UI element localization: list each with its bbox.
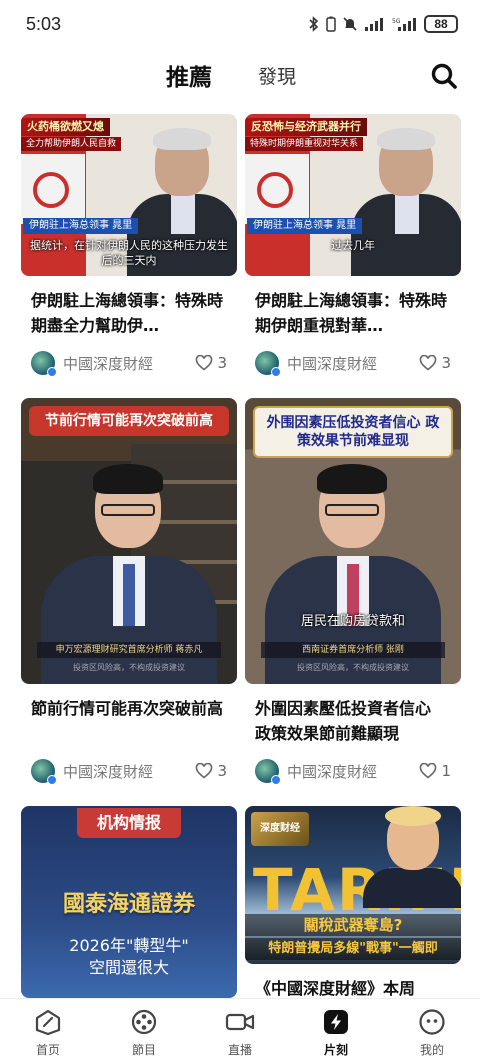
bell-muted-icon (342, 16, 358, 32)
nav-label: 首页 (35, 1043, 60, 1057)
like-count: 1 (441, 762, 451, 780)
nav-label: 節目 (131, 1043, 156, 1057)
nav-label: 直播 (227, 1043, 252, 1057)
home-icon (33, 1007, 63, 1037)
thumbnail-subtitle: 过去几年 (331, 239, 375, 252)
like-button[interactable]: 3 (419, 354, 451, 372)
thumbnail-disclaimer: 投资区风险高，不构成投资建议 (297, 663, 409, 672)
thumbnail-caption: 居民在购房贷款和 (300, 614, 405, 629)
video-title[interactable]: 節前行情可能再次突破前高 (21, 696, 237, 746)
thumbnail-banner-sub: 特殊时期伊朗重视对华关系 (245, 137, 364, 151)
tab-discover[interactable]: 發現 (258, 62, 296, 89)
video-card[interactable]: 外围因素压低投资者信心 政策效果节前难显现 居民在购房贷款和 西南证券首席分析师… (245, 398, 461, 785)
video-thumbnail[interactable]: 火药桶欲燃又熄 全力帮助伊朗人民自救 伊朗驻上海总领事 晁里 据统计，在针对伊朗… (21, 114, 237, 276)
thumbnail-headline: 2026年"轉型牛" (69, 936, 189, 955)
bottom-nav: 首页 節目 直播 片刻 我的 (0, 998, 480, 1061)
signal-5g-icon: 5G (392, 16, 418, 32)
thumbnail-headline: 關稅武器奪島? (245, 914, 461, 936)
bluetooth-icon (308, 16, 320, 32)
video-meta: 中國深度財經 1 (245, 758, 461, 785)
video-thumbnail[interactable]: 节前行情可能再次突破前高 申万宏源理财研究首席分析师 蒋赤凡 投资区风险高，不构… (21, 398, 237, 684)
status-time: 5:03 (26, 13, 62, 34)
video-meta: 中國深度財經 3 (245, 350, 461, 377)
thumbnail-name-bar: 申万宏源理财研究首席分析师 蒋赤凡 (37, 642, 221, 658)
battery-indicator: 88 (424, 15, 458, 33)
video-card[interactable]: 机构情报 國泰海通證券 2026年"轉型牛" 空間還很大 (21, 806, 237, 998)
profile-icon (417, 1007, 447, 1037)
channel-name[interactable]: 中國深度財經 (287, 761, 419, 782)
like-button[interactable]: 3 (195, 762, 227, 780)
like-count: 3 (441, 354, 451, 372)
tab-recommended[interactable]: 推薦 (166, 58, 212, 92)
thumbnail-banner-sub: 全力帮助伊朗人民自救 (21, 137, 122, 151)
video-card[interactable]: TARIFF 深度财经 關稅武器奪島? 特朗普攪局多線"戰事"一觸即 《中國深度… (245, 806, 461, 1002)
like-count: 3 (217, 354, 227, 372)
channel-avatar[interactable] (31, 759, 57, 785)
heart-icon (196, 355, 213, 371)
video-meta: 中國深度財經 3 (21, 758, 237, 785)
thumbnail-lower-third: 伊朗驻上海总领事 晁里 (23, 218, 139, 234)
like-button[interactable]: 3 (195, 354, 227, 372)
heart-icon (420, 763, 437, 779)
channel-name[interactable]: 中國深度財經 (63, 353, 195, 374)
thumbnail-subheadline: 空間還很大 (88, 958, 169, 977)
show-logo: 深度财经 (251, 812, 309, 846)
svg-text:5G: 5G (392, 18, 401, 25)
video-title[interactable]: 伊朗駐上海總領事：特殊時期盡全力幫助伊… (21, 288, 237, 338)
video-thumbnail[interactable]: 外围因素压低投资者信心 政策效果节前难显现 居民在购房贷款和 西南证券首席分析师… (245, 398, 461, 684)
nav-moments[interactable]: 片刻 (288, 999, 384, 1061)
top-tab-bar: 推薦 發現 (0, 52, 480, 98)
thumbnail-banner: 节前行情可能再次突破前高 (29, 406, 229, 436)
thumbnail-banner: 火药桶欲燃又熄 (21, 118, 110, 136)
verified-icon (47, 775, 57, 785)
like-button[interactable]: 1 (419, 762, 451, 780)
video-thumbnail[interactable]: TARIFF 深度财经 關稅武器奪島? 特朗普攪局多線"戰事"一觸即 (245, 806, 461, 964)
video-card[interactable]: 节前行情可能再次突破前高 申万宏源理财研究首席分析师 蒋赤凡 投资区风险高，不构… (21, 398, 237, 785)
like-count: 3 (217, 762, 227, 780)
video-title[interactable]: 外圍因素壓低投資者信心 政策效果節前難顯現 (245, 696, 461, 746)
heart-icon (420, 355, 437, 371)
thumbnail-name-bar: 西南证券首席分析师 张刚 (261, 642, 445, 658)
signal-icon (364, 16, 386, 32)
thumbnail-subheadline: 特朗普攪局多線"戰事"一觸即 (245, 938, 461, 960)
thumbnail-lower-third: 伊朗驻上海总领事 晁里 (247, 218, 363, 234)
video-meta: 中國深度財經 3 (21, 350, 237, 377)
video-camera-icon (225, 1007, 255, 1037)
video-card[interactable]: 火药桶欲燃又熄 全力帮助伊朗人民自救 伊朗驻上海总领事 晁里 据统计，在针对伊朗… (21, 114, 237, 377)
nav-live[interactable]: 直播 (192, 999, 288, 1061)
thumbnail-tag: 机构情报 (77, 808, 181, 838)
verified-icon (271, 367, 281, 377)
lightning-icon (321, 1007, 351, 1037)
channel-avatar[interactable] (31, 351, 57, 377)
video-thumbnail[interactable]: 反恐怖与经济武器并行 特殊时期伊朗重视对华关系 伊朗驻上海总领事 晁里 过去几年 (245, 114, 461, 276)
thumbnail-banner: 外围因素压低投资者信心 政策效果节前难显现 (253, 406, 453, 458)
nav-home[interactable]: 首页 (0, 999, 96, 1061)
thumbnail-brand: 國泰海通證券 (62, 892, 195, 917)
status-icons: 5G 88 (308, 15, 458, 33)
heart-icon (196, 763, 213, 779)
channel-avatar[interactable] (255, 759, 281, 785)
thumbnail-disclaimer: 投资区风险高，不构成投资建议 (73, 663, 185, 672)
verified-icon (271, 775, 281, 785)
thumbnail-banner: 反恐怖与经济武器并行 (245, 118, 367, 136)
nav-label: 我的 (419, 1043, 444, 1057)
nav-me[interactable]: 我的 (384, 999, 480, 1061)
film-reel-icon (129, 1007, 159, 1037)
video-card[interactable]: 反恐怖与经济武器并行 特殊时期伊朗重视对华关系 伊朗驻上海总领事 晁里 过去几年… (245, 114, 461, 377)
nav-programs[interactable]: 節目 (96, 999, 192, 1061)
nav-label: 片刻 (323, 1043, 348, 1057)
search-icon[interactable] (430, 62, 458, 90)
video-title[interactable]: 伊朗駐上海總領事：特殊時期伊朗重視對華… (245, 288, 461, 338)
video-thumbnail[interactable]: 机构情报 國泰海通證券 2026年"轉型牛" 空間還很大 (21, 806, 237, 998)
channel-name[interactable]: 中國深度財經 (287, 353, 419, 374)
verified-icon (47, 367, 57, 377)
channel-name[interactable]: 中國深度財經 (63, 761, 195, 782)
battery-saver-icon (326, 16, 336, 32)
status-bar: 5:03 5G 88 (0, 0, 480, 48)
channel-avatar[interactable] (255, 351, 281, 377)
thumbnail-subtitle: 据统计，在针对伊朗人民的这种压力发生后的三天内 (30, 239, 228, 267)
